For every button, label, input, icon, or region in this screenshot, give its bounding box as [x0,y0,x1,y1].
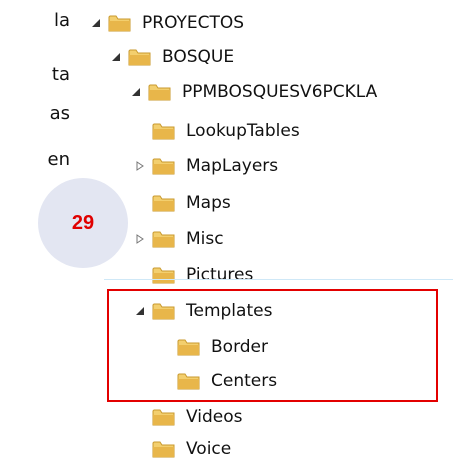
folder-icon [152,158,175,175]
tree-node-label: Maps [186,193,231,213]
tree-node-videos[interactable]: Videos [152,400,243,434]
tree-node-pictures[interactable]: Pictures [152,258,253,292]
tree-node-misc[interactable]: Misc [134,222,224,256]
folder-icon [152,409,175,426]
tree-node-maps[interactable]: Maps [152,186,231,220]
highlight-frame [107,289,438,402]
folder-icon [152,267,175,284]
folder-icon [148,84,171,101]
folder-icon [152,231,175,248]
tree-node-label: Pictures [186,265,254,285]
tree-node-label: Voice [186,439,232,459]
folder-tree: PROYECTOS BOSQUE PPMBOSQUESV6PCKLA Looku… [0,0,453,462]
tree-node-ppmbosquesv6pckla[interactable]: PPMBOSQUESV6PCKLA [130,75,377,109]
row-separator [104,279,453,280]
tree-node-label: BOSQUE [162,47,235,67]
expanded-arrow-icon[interactable] [130,86,142,98]
folder-icon [152,123,175,140]
tree-node-lookuptables[interactable]: LookupTables [152,114,300,148]
tree-node-label: Videos [186,407,243,427]
folder-icon [128,49,151,66]
tree-node-label: Misc [186,229,224,249]
folder-icon [152,195,175,212]
tree-node-voice[interactable]: Voice [152,432,231,466]
collapsed-arrow-icon[interactable] [134,233,146,245]
tree-node-proyectos[interactable]: PROYECTOS [90,6,244,40]
tree-node-maplayers[interactable]: MapLayers [134,149,278,183]
expanded-arrow-icon[interactable] [90,17,102,29]
tree-node-label: PPMBOSQUESV6PCKLA [182,82,378,102]
expanded-arrow-icon[interactable] [110,51,122,63]
tree-node-label: MapLayers [186,156,279,176]
collapsed-arrow-icon[interactable] [134,160,146,172]
tree-node-label: LookupTables [186,121,300,141]
tree-node-label: PROYECTOS [142,13,245,33]
folder-icon [108,15,131,32]
folder-icon [152,441,175,458]
tree-node-bosque[interactable]: BOSQUE [110,40,234,74]
